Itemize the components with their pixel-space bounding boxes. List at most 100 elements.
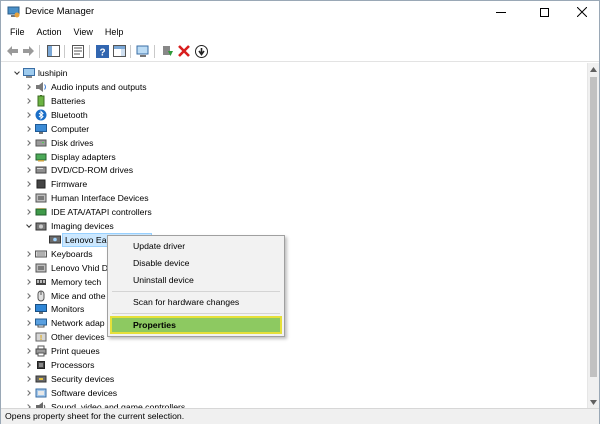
tree-category-item[interactable]: Keyboards: [1, 247, 587, 261]
collapse-icon[interactable]: [25, 219, 33, 233]
expand-icon[interactable]: [25, 94, 33, 108]
ctx-separator: [112, 291, 280, 292]
tree-category-item[interactable]: Audio inputs and outputs: [1, 80, 587, 94]
tree-category-item[interactable]: Human Interface Devices: [1, 191, 587, 205]
scroll-up-icon[interactable]: [588, 63, 599, 75]
maximize-button[interactable]: [524, 1, 564, 23]
network-icon: [35, 317, 47, 329]
tree-category-item[interactable]: Mice and othe: [1, 289, 587, 303]
tree-item-label: Batteries: [51, 95, 86, 106]
expand-icon[interactable]: [25, 302, 33, 316]
expand-icon[interactable]: [25, 344, 33, 358]
ctx-uninstall-device[interactable]: Uninstall device: [133, 273, 194, 287]
tree-category-item[interactable]: Software devices: [1, 386, 587, 400]
tree-category-item[interactable]: IDE ATA/ATAPI controllers: [1, 205, 587, 219]
menu-view[interactable]: View: [68, 27, 99, 37]
tree-category-item[interactable]: Batteries: [1, 94, 587, 108]
help-icon[interactable]: ?: [95, 44, 109, 58]
expand-icon[interactable]: [25, 191, 33, 205]
expand-icon[interactable]: [25, 261, 33, 275]
tree-root[interactable]: lushipin: [1, 66, 587, 80]
show-hide-console-tree-icon[interactable]: [46, 44, 60, 58]
close-button[interactable]: [562, 1, 600, 23]
tree-category-item[interactable]: Monitors: [1, 302, 587, 316]
expand-icon[interactable]: [25, 358, 33, 372]
scroll-down-icon[interactable]: [588, 396, 599, 408]
minimize-icon: [496, 11, 506, 13]
tree-category-item[interactable]: Display adapters: [1, 150, 587, 164]
properties-toolbar-icon[interactable]: [71, 44, 85, 58]
tree-category-item[interactable]: Print queues: [1, 344, 587, 358]
tree-category-item[interactable]: Computer: [1, 122, 587, 136]
tree-category-item[interactable]: Network adap: [1, 316, 587, 330]
expand-icon[interactable]: [25, 372, 33, 386]
menu-help[interactable]: Help: [99, 27, 130, 37]
expand-icon[interactable]: [25, 316, 33, 330]
device-manager-window: Device Manager File Action View Help ? l…: [0, 0, 600, 424]
expand-icon[interactable]: [25, 275, 33, 289]
tree-category-item[interactable]: Firmware: [1, 177, 587, 191]
update-driver-icon[interactable]: [160, 44, 174, 58]
speaker-icon: [35, 81, 47, 93]
expand-icon[interactable]: [25, 289, 33, 303]
menu-file[interactable]: File: [4, 27, 31, 37]
device-tree: lushipin Audio inputs and outputs Batteri…: [1, 63, 587, 408]
tree-category-item[interactable]: Disk drives: [1, 136, 587, 150]
webcam-icon: [49, 234, 61, 246]
tree-device-item[interactable]: Lenovo Ea: [1, 232, 587, 247]
uninstall-icon[interactable]: [177, 44, 191, 58]
ctx-disable-device[interactable]: Disable device: [133, 256, 190, 270]
ctx-scan-hardware[interactable]: Scan for hardware changes: [133, 295, 239, 309]
svg-text:!: !: [40, 335, 42, 342]
tree-item-label: Keyboards: [51, 248, 93, 259]
expand-icon[interactable]: [25, 205, 33, 219]
tree-category-item[interactable]: Bluetooth: [1, 108, 587, 122]
maximize-icon: [539, 7, 549, 17]
svg-text:?: ?: [99, 47, 105, 58]
tree-category-item[interactable]: Security devices: [1, 372, 587, 386]
camera-icon: [35, 220, 47, 232]
tree-category-item[interactable]: Sound, video and game controllers: [1, 400, 587, 408]
toolbar-separator: [130, 45, 131, 58]
back-icon[interactable]: [5, 44, 19, 58]
disk-drive-icon: [35, 137, 47, 149]
context-menu: Update driver Disable device Uninstall d…: [107, 235, 285, 337]
tree-item-label: Other devices: [51, 332, 105, 343]
expand-icon[interactable]: [25, 330, 33, 344]
forward-icon[interactable]: [21, 44, 35, 58]
tree-item-label: Processors: [51, 360, 95, 370]
menu-action[interactable]: Action: [31, 27, 68, 37]
computer-icon: [35, 123, 47, 135]
expand-icon[interactable]: [25, 136, 33, 150]
toolbar-separator: [154, 45, 155, 58]
ctx-update-driver[interactable]: Update driver: [133, 239, 185, 253]
expand-icon[interactable]: [25, 177, 33, 191]
scrollbar-thumb[interactable]: [590, 77, 597, 377]
expand-icon[interactable]: [25, 80, 33, 94]
download-icon[interactable]: [194, 44, 208, 58]
scan-hardware-icon[interactable]: [136, 44, 150, 58]
ctx-properties[interactable]: Properties: [133, 319, 176, 331]
expand-icon[interactable]: [25, 386, 33, 400]
collapse-root-icon[interactable]: [13, 66, 21, 80]
expand-icon[interactable]: [25, 122, 33, 136]
window-title: Device Manager: [25, 6, 95, 17]
vertical-scrollbar[interactable]: [587, 63, 599, 408]
expand-icon[interactable]: [25, 163, 33, 177]
expand-icon[interactable]: [25, 247, 33, 261]
dvd-drive-icon: [35, 164, 47, 176]
tree-category-item[interactable]: Processors: [1, 358, 587, 372]
tree-category-item[interactable]: Lenovo Vhid D: [1, 261, 587, 275]
tree-category-item[interactable]: Memory tech: [1, 275, 587, 289]
action-pane-icon[interactable]: [112, 44, 126, 58]
expand-icon[interactable]: [25, 400, 33, 408]
tree-category-item[interactable]: DVD/CD-ROM drives: [1, 163, 587, 177]
minimize-button[interactable]: [481, 1, 521, 23]
tree-item-label: DVD/CD-ROM drives: [51, 165, 134, 176]
ide-controller-icon: [35, 206, 47, 218]
tree-category-item[interactable]: Imaging devices: [1, 219, 587, 233]
expand-icon[interactable]: [25, 108, 33, 122]
tree-category-item[interactable]: ! Other devices: [1, 330, 587, 344]
expand-icon[interactable]: [25, 150, 33, 164]
tree-item-label: IDE ATA/ATAPI controllers: [51, 207, 152, 218]
